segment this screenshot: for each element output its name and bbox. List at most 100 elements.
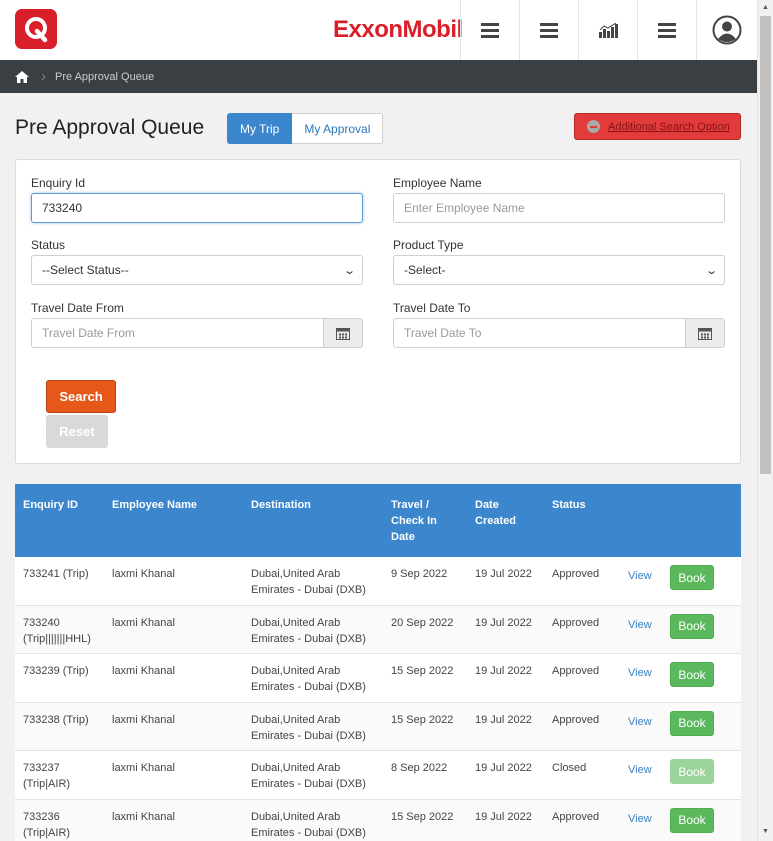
book-button[interactable]: Book bbox=[670, 565, 714, 590]
column-date-created-line2: Created bbox=[475, 515, 516, 527]
brand-name: ExxonMobil bbox=[333, 16, 463, 43]
calendar-icon[interactable] bbox=[685, 318, 725, 348]
column-employee-name[interactable]: Employee Name bbox=[112, 497, 197, 513]
row-enquiry-id-line2: (Trip|AIR) bbox=[23, 826, 71, 839]
row-destination-line2: Emirates - Dubai (DXB) bbox=[251, 632, 366, 645]
product-type-select[interactable]: -Select- ⌄ bbox=[393, 255, 725, 285]
row-destination-line2: Emirates - Dubai (DXB) bbox=[251, 584, 366, 596]
home-icon[interactable] bbox=[15, 70, 29, 83]
status-selected-value: --Select Status-- bbox=[42, 263, 129, 277]
user-icon bbox=[712, 15, 742, 45]
row-date-created: 19 Jul 2022 bbox=[475, 762, 532, 774]
row-enquiry-id: 733237 (Trip|AIR) bbox=[23, 760, 70, 792]
column-travel-date-line2: Check In bbox=[391, 515, 437, 527]
row-enquiry-id: 733240 (Trip|||||||HHL) bbox=[23, 615, 91, 647]
row-enquiry-id: 733238 (Trip) bbox=[23, 712, 89, 728]
book-button[interactable]: Book bbox=[670, 613, 714, 639]
row-enquiry-id-line1: 733238 (Trip) bbox=[23, 713, 89, 726]
column-date-created[interactable]: Date Created bbox=[475, 497, 516, 529]
travel-date-to-input[interactable]: Travel Date To bbox=[393, 318, 686, 348]
scroll-up-icon[interactable]: ▲ bbox=[762, 4, 769, 11]
row-destination: Dubai,United Arab Emirates - Dubai (DXB) bbox=[251, 566, 366, 598]
enquiry-id-label: Enquiry Id bbox=[31, 176, 86, 190]
reset-button[interactable]: Reset bbox=[46, 415, 108, 448]
row-employee-name: laxmi Khanal bbox=[112, 568, 175, 580]
row-employee-name: laxmi Khanal bbox=[112, 616, 175, 629]
breadcrumb-current: Pre Approval Queue bbox=[55, 70, 155, 83]
tab-my-trip[interactable]: My Trip bbox=[227, 113, 293, 144]
view-link[interactable]: View bbox=[628, 764, 652, 776]
employee-name-input[interactable]: Enter Employee Name bbox=[393, 193, 725, 223]
book-button[interactable]: Book bbox=[670, 807, 714, 833]
row-destination-line1: Dubai,United Arab bbox=[251, 665, 341, 677]
row-date-created: 19 Jul 2022 bbox=[475, 568, 532, 580]
table-row: 733239 (Trip) laxmi Khanal Dubai,United … bbox=[15, 654, 741, 703]
book-button[interactable]: Book bbox=[670, 710, 714, 736]
row-enquiry-id: 733241 (Trip) bbox=[23, 566, 89, 582]
book-button[interactable]: Book bbox=[670, 662, 714, 687]
menu-icon bbox=[540, 22, 558, 38]
search-button[interactable]: Search bbox=[46, 380, 116, 413]
logo-q-icon bbox=[25, 17, 48, 43]
row-enquiry-id-line1: 733240 bbox=[23, 616, 60, 629]
row-travel-date: 20 Sep 2022 bbox=[391, 616, 454, 629]
row-date-created: 19 Jul 2022 bbox=[475, 665, 532, 677]
menu-icon bbox=[481, 22, 499, 38]
row-destination-line2: Emirates - Dubai (DXB) bbox=[251, 826, 366, 839]
view-link[interactable]: View bbox=[628, 619, 652, 631]
reports-button[interactable] bbox=[578, 0, 637, 60]
view-link[interactable]: View bbox=[628, 813, 652, 825]
view-link[interactable]: View bbox=[628, 667, 652, 679]
row-date-created: 19 Jul 2022 bbox=[475, 713, 532, 726]
row-employee-name: laxmi Khanal bbox=[112, 665, 175, 677]
row-destination-line1: Dubai,United Arab bbox=[251, 568, 341, 580]
menu-icon bbox=[658, 22, 676, 38]
travel-date-to-label: Travel Date To bbox=[393, 301, 471, 315]
enquiry-id-input[interactable]: 733240 bbox=[31, 193, 363, 223]
additional-search-label: Additional Search Option bbox=[608, 120, 730, 133]
view-link[interactable]: View bbox=[628, 716, 652, 728]
calendar-icon[interactable] bbox=[323, 318, 363, 348]
scroll-down-icon[interactable]: ▼ bbox=[762, 828, 769, 835]
row-enquiry-id: 733239 (Trip) bbox=[23, 663, 89, 679]
table-row: 733240 (Trip|||||||HHL) laxmi Khanal Dub… bbox=[15, 605, 741, 654]
tab-my-approval[interactable]: My Approval bbox=[292, 113, 384, 144]
column-status[interactable]: Status bbox=[552, 497, 586, 513]
page-scrollbar[interactable]: ▲ ▼ bbox=[757, 0, 773, 841]
product-type-selected-value: -Select- bbox=[404, 263, 446, 277]
row-destination-line1: Dubai,United Arab bbox=[251, 762, 341, 774]
travel-date-from-label: Travel Date From bbox=[31, 301, 124, 315]
row-travel-date: 15 Sep 2022 bbox=[391, 713, 454, 726]
additional-search-button[interactable]: Additional Search Option bbox=[574, 113, 741, 140]
app-logo[interactable] bbox=[15, 9, 57, 49]
status-select[interactable]: --Select Status-- ⌄ bbox=[31, 255, 363, 285]
table-row: 733236 (Trip|AIR) laxmi Khanal Dubai,Uni… bbox=[15, 799, 741, 841]
row-destination-line1: Dubai,United Arab bbox=[251, 810, 341, 823]
product-type-label: Product Type bbox=[393, 238, 464, 252]
column-travel-date[interactable]: Travel / Check In Date bbox=[391, 497, 437, 545]
column-enquiry-id[interactable]: Enquiry ID bbox=[23, 497, 78, 513]
scrollbar-thumb[interactable] bbox=[760, 16, 771, 474]
row-enquiry-id-line2: (Trip|||||||HHL) bbox=[23, 632, 91, 645]
row-status: Approved bbox=[552, 665, 600, 677]
menu-button-2[interactable] bbox=[519, 0, 578, 60]
table-header: Enquiry ID Employee Name Destination Tra… bbox=[15, 484, 741, 557]
column-travel-date-line1: Travel / bbox=[391, 499, 429, 511]
trip-tabs: My Trip My Approval bbox=[227, 113, 384, 144]
row-employee-name: laxmi Khanal bbox=[112, 762, 175, 774]
column-date-created-line1: Date bbox=[475, 499, 499, 511]
chevron-down-icon: ⌄ bbox=[704, 264, 718, 277]
profile-button[interactable] bbox=[696, 0, 757, 60]
row-destination: Dubai,United Arab Emirates - Dubai (DXB) bbox=[251, 663, 366, 695]
status-label: Status bbox=[31, 238, 66, 252]
row-travel-date: 8 Sep 2022 bbox=[391, 762, 448, 774]
row-destination-line1: Dubai,United Arab bbox=[251, 616, 341, 629]
book-button[interactable]: Book bbox=[670, 759, 714, 784]
travel-date-from-input[interactable]: Travel Date From bbox=[31, 318, 324, 348]
column-destination[interactable]: Destination bbox=[251, 497, 311, 513]
menu-button-3[interactable] bbox=[637, 0, 696, 60]
view-link[interactable]: View bbox=[628, 570, 652, 582]
row-travel-date: 15 Sep 2022 bbox=[391, 810, 454, 823]
employee-name-label: Employee Name bbox=[393, 176, 482, 190]
menu-button-1[interactable] bbox=[460, 0, 519, 60]
